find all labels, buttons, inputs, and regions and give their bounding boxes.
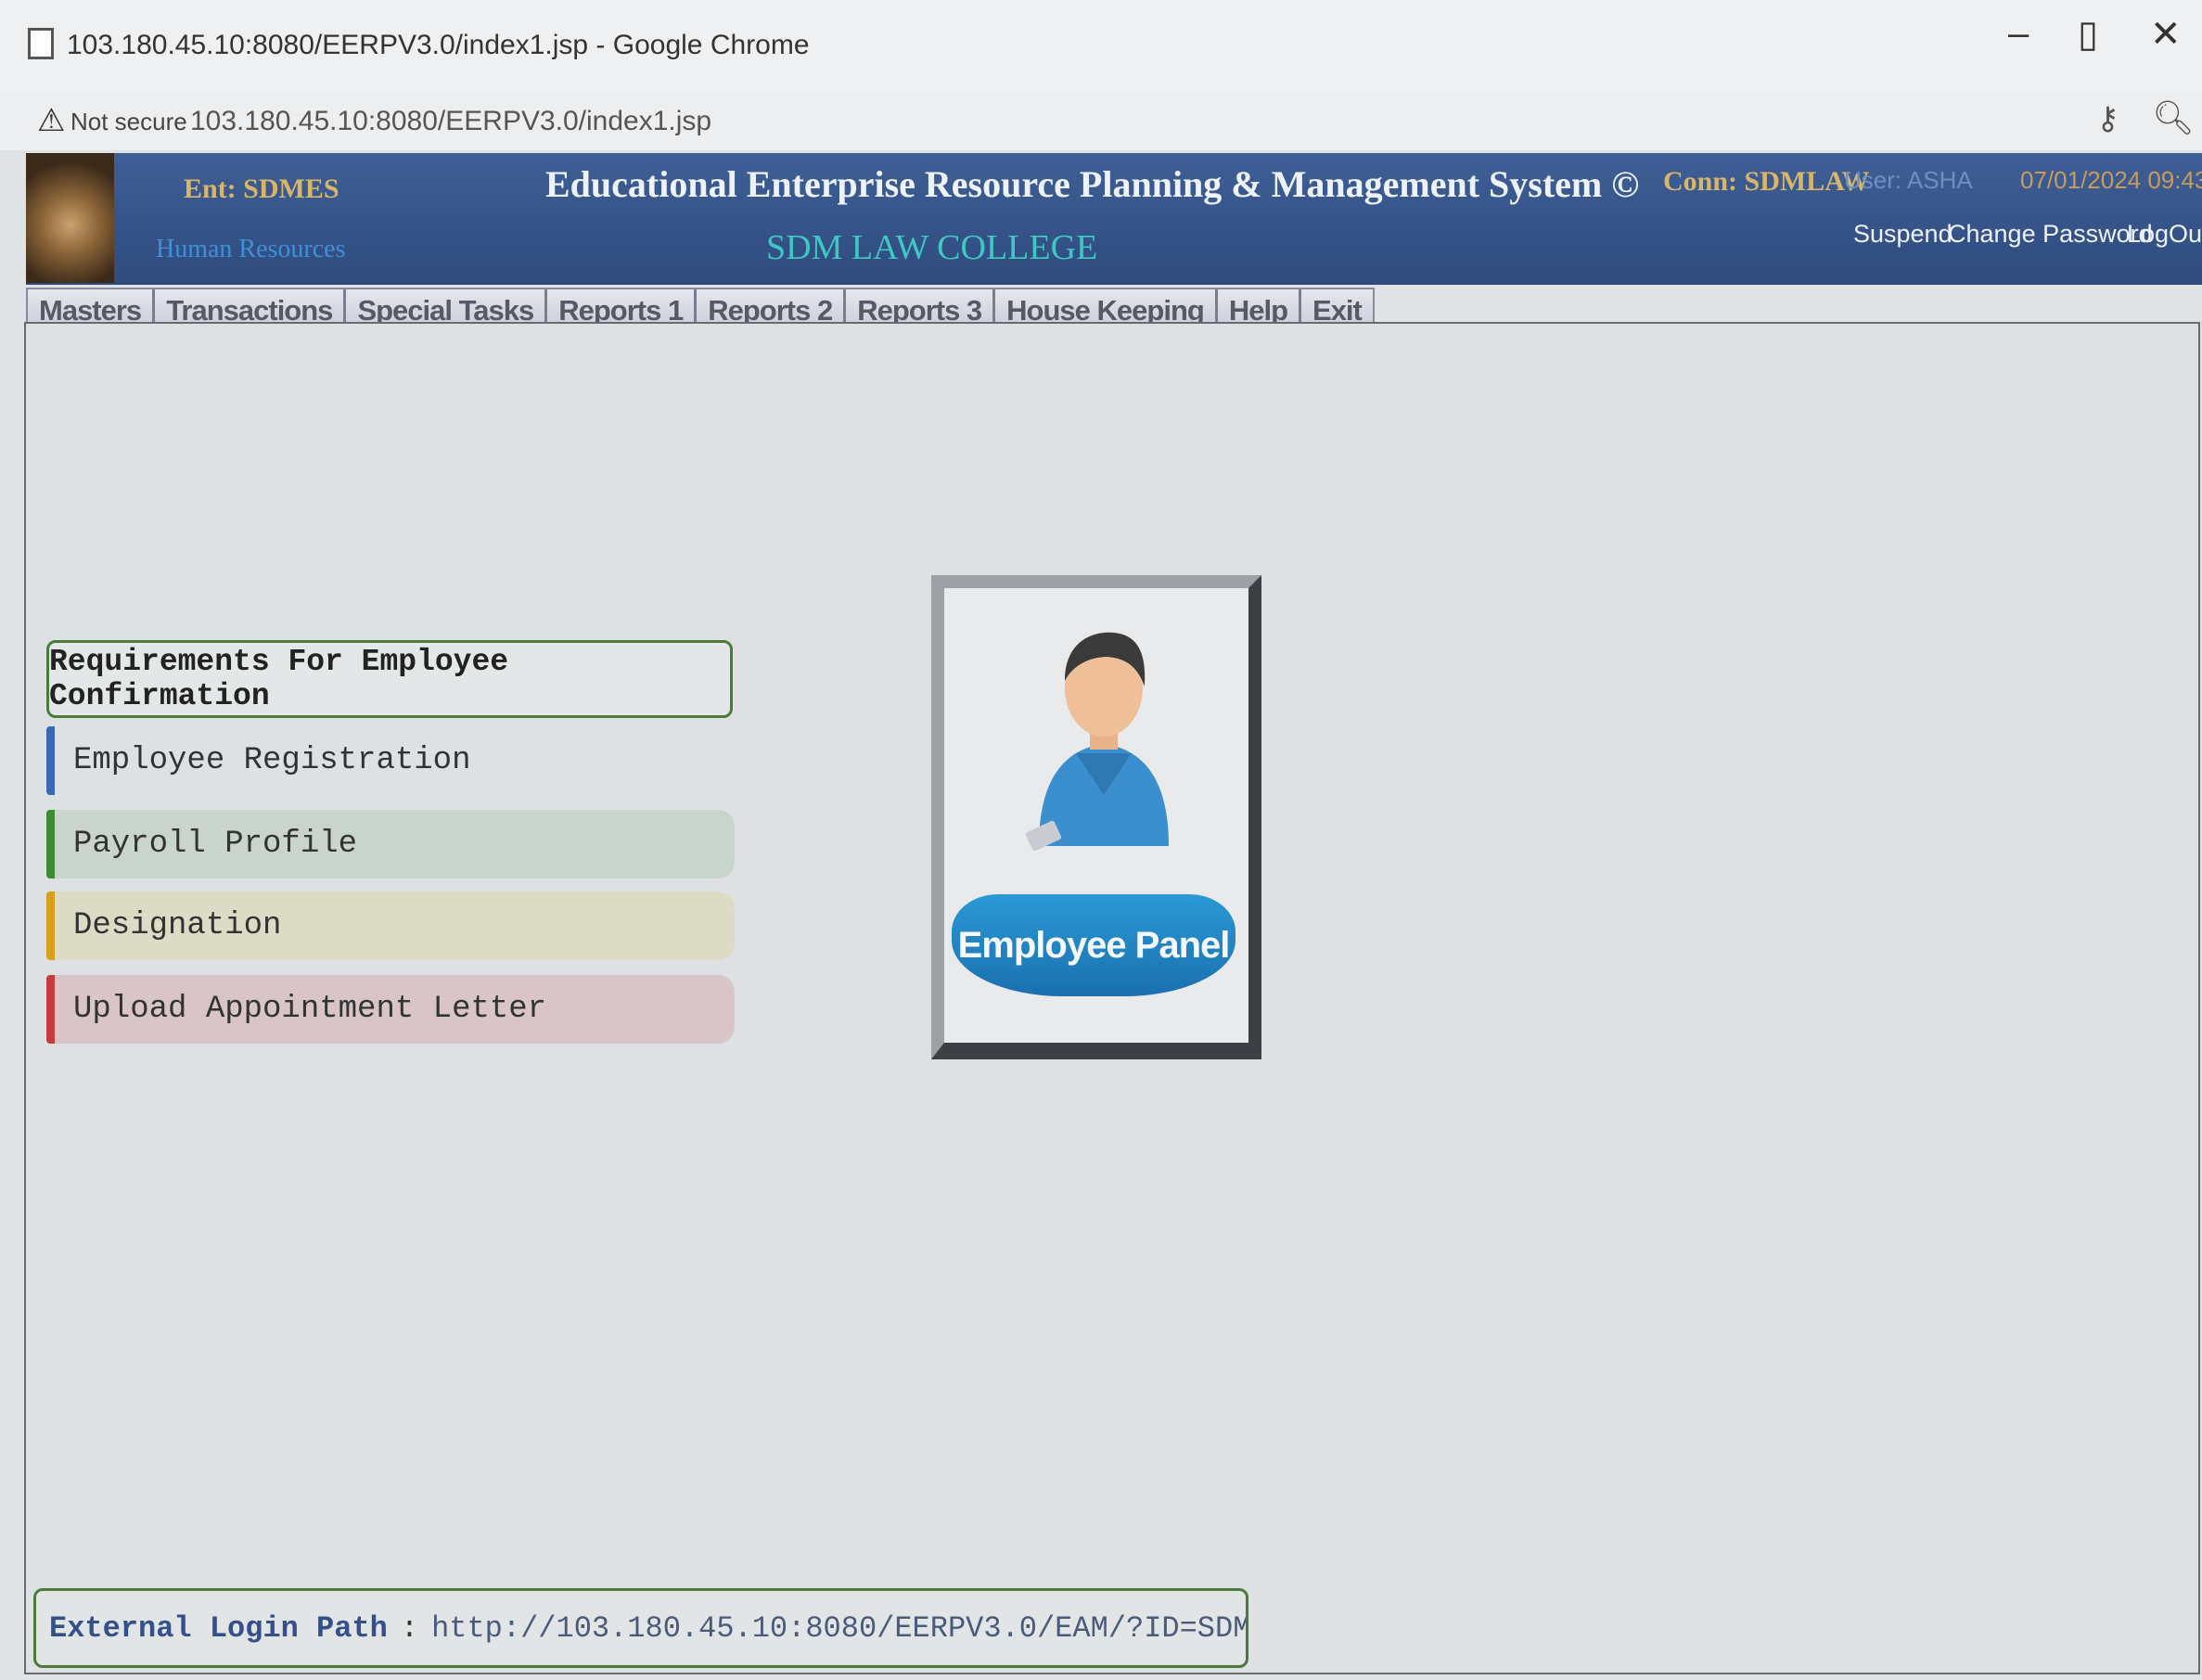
window-title: 103.180.45.10:8080/EERPV3.0/index1.jsp -…	[67, 30, 810, 60]
link-designation[interactable]: Designation	[46, 891, 735, 960]
warning-icon[interactable]: ⚠	[37, 102, 65, 139]
external-login-path: External Login Path : http://103.180.45.…	[33, 1588, 1248, 1668]
college-logo	[26, 153, 114, 283]
address-bar: ⚠ Not secure 103.180.45.10:8080/EERPV3.0…	[0, 93, 2202, 150]
employee-icon	[1025, 632, 1169, 852]
connection-label: Conn: SDMLAW	[1663, 166, 1870, 197]
logout-link[interactable]: LogOut	[2127, 220, 2202, 249]
requirements-title: Requirements For Employee Confirmation	[46, 640, 733, 718]
not-secure-label[interactable]: Not secure	[70, 108, 187, 136]
app-header: Ent: SDMES Human Resources Educational E…	[26, 153, 2202, 285]
zoom-icon[interactable]: 🔍︎	[2152, 98, 2195, 137]
browser-title-bar: 103.180.45.10:8080/EERPV3.0/index1.jsp -…	[0, 0, 2202, 93]
maximize-button[interactable]: ▯	[2078, 13, 2098, 56]
external-login-label: External Login Path	[49, 1610, 388, 1646]
change-password-link[interactable]: Change Password	[1948, 220, 2153, 249]
app-title: Educational Enterprise Resource Planning…	[545, 163, 1640, 205]
close-button[interactable]: ✕	[2150, 13, 2182, 56]
minimize-button[interactable]: –	[2008, 13, 2029, 55]
employee-panel-button[interactable]: Employee Panel	[931, 575, 1261, 1059]
link-payroll-profile[interactable]: Payroll Profile	[46, 810, 735, 878]
link-upload-appointment-letter[interactable]: Upload Appointment Letter	[46, 975, 735, 1044]
external-login-url[interactable]: http://103.180.45.10:8080/EERPV3.0/EAM/?…	[431, 1611, 1246, 1646]
user-label: User: ASHA	[1844, 166, 1973, 194]
module-label: Human Resources	[156, 235, 346, 263]
link-employee-registration[interactable]: Employee Registration	[46, 726, 735, 795]
suspend-link[interactable]: Suspend	[1853, 220, 1952, 249]
enterprise-label: Ent: SDMES	[184, 173, 339, 204]
datetime-label: 07/01/2024 09:43:25	[2020, 166, 2202, 194]
external-login-separator: :	[400, 1610, 419, 1646]
college-name: SDM LAW COLLEGE	[766, 228, 1098, 267]
employee-panel-label: Employee Panel	[952, 894, 1235, 996]
page-icon	[28, 28, 54, 59]
password-key-icon[interactable]: ⚷	[2096, 100, 2119, 137]
url-field[interactable]: 103.180.45.10:8080/EERPV3.0/index1.jsp	[190, 106, 711, 137]
